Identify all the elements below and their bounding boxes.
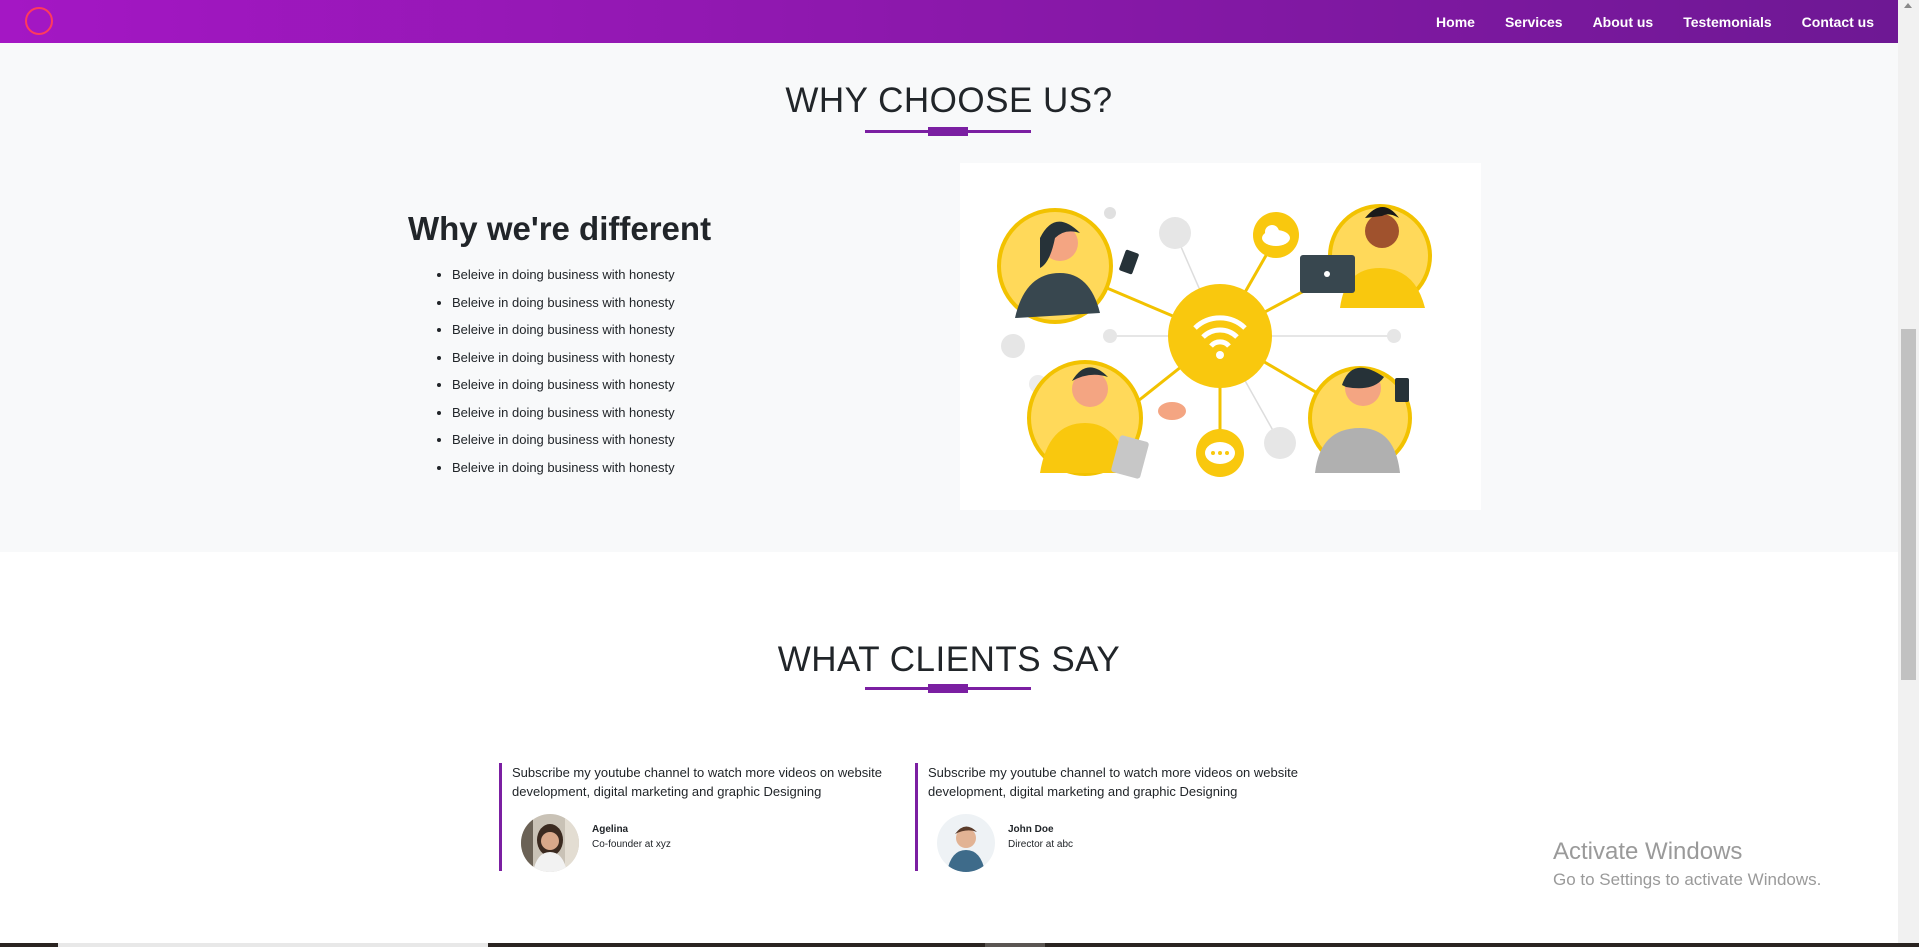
people-network-illustration bbox=[997, 204, 1432, 479]
section-heading: WHY CHOOSE US? bbox=[785, 81, 1113, 120]
nav-link-home[interactable]: Home bbox=[1436, 14, 1475, 30]
testimonial-card: Subscribe my youtube channel to watch mo… bbox=[915, 763, 1315, 872]
nav-link-testimonials[interactable]: Testemonials bbox=[1683, 14, 1771, 30]
nav-link-contact[interactable]: Contact us bbox=[1802, 14, 1874, 30]
activation-subtitle: Go to Settings to activate Windows. bbox=[1553, 870, 1822, 889]
why-choose-us-section: WHY CHOOSE US? Why we're different Belei… bbox=[0, 43, 1898, 552]
nav-link-services[interactable]: Services bbox=[1505, 14, 1563, 30]
network-illustration bbox=[960, 163, 1481, 510]
testimonial-card: Subscribe my youtube channel to watch mo… bbox=[499, 763, 899, 872]
avatar bbox=[521, 814, 579, 872]
list-item: Beleive in doing business with honesty bbox=[452, 316, 675, 344]
why-different-title: Why we're different bbox=[408, 210, 712, 247]
heading-underline bbox=[865, 127, 1031, 136]
testimonial-role: Co-founder at xyz bbox=[592, 839, 671, 850]
list-item: Beleive in doing business with honesty bbox=[452, 261, 675, 289]
navbar: Home Services About us Testemonials Cont… bbox=[0, 0, 1898, 43]
taskbar-strip bbox=[0, 943, 1919, 947]
avatar bbox=[937, 814, 995, 872]
windows-activation-notice: Activate Windows Go to Settings to activ… bbox=[1553, 838, 1821, 890]
list-item: Beleive in doing business with honesty bbox=[452, 371, 675, 399]
list-item: Beleive in doing business with honesty bbox=[452, 426, 675, 454]
nav-link-about[interactable]: About us bbox=[1593, 14, 1654, 30]
vertical-scrollbar[interactable] bbox=[1898, 0, 1919, 943]
testimonial-role: Director at abc bbox=[1008, 839, 1074, 850]
nav-links: Home Services About us Testemonials Cont… bbox=[1436, 0, 1874, 43]
list-item: Beleive in doing business with honesty bbox=[452, 289, 675, 317]
activation-title: Activate Windows bbox=[1553, 838, 1743, 865]
scrollbar-thumb[interactable] bbox=[1901, 329, 1916, 680]
list-item: Beleive in doing business with honesty bbox=[452, 399, 675, 427]
testimonial-quote: Subscribe my youtube channel to watch mo… bbox=[928, 765, 1298, 799]
testimonial-name: John Doe bbox=[1008, 824, 1054, 835]
list-item: Beleive in doing business with honesty bbox=[452, 454, 675, 482]
testimonial-quote: Subscribe my youtube channel to watch mo… bbox=[512, 765, 882, 799]
logo-ring-icon[interactable] bbox=[25, 7, 53, 35]
section-heading: WHAT CLIENTS SAY bbox=[777, 640, 1121, 679]
benefits-list: Beleive in doing business with honesty B… bbox=[408, 261, 675, 481]
heading-underline bbox=[865, 684, 1031, 693]
scroll-up-arrow-icon[interactable] bbox=[1904, 3, 1912, 8]
list-item: Beleive in doing business with honesty bbox=[452, 344, 675, 372]
testimonial-name: Agelina bbox=[592, 824, 629, 835]
